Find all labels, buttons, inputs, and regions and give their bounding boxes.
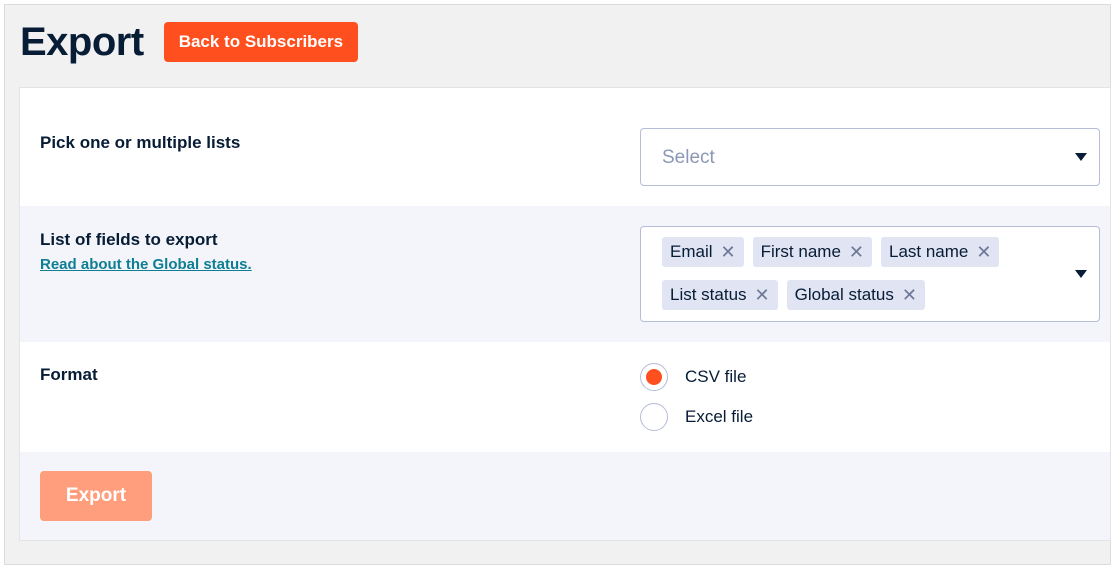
format-option-csv[interactable]: CSV file [640, 363, 746, 391]
global-status-help-link[interactable]: Read about the Global status. [40, 256, 252, 273]
field-tag-label: First name [760, 242, 841, 261]
field-tag-list-status: List status ✕ [662, 280, 778, 310]
fields-row: List of fields to export Read about the … [20, 206, 1110, 342]
fields-tag-list: Email ✕ First name ✕ Last name ✕ List st… [662, 237, 1042, 310]
chevron-down-icon[interactable] [1075, 270, 1087, 278]
field-tag-label: Global status [794, 285, 894, 304]
field-tag-label: Email [670, 242, 713, 261]
csv-radio[interactable] [640, 363, 668, 391]
field-tag-last-name: Last name ✕ [881, 237, 1000, 267]
lists-select-placeholder: Select [662, 147, 715, 168]
page-title: Export [20, 19, 144, 64]
remove-tag-icon[interactable]: ✕ [849, 243, 864, 261]
form-footer: Export [20, 452, 1110, 540]
field-tag-global-status: Global status ✕ [786, 280, 925, 310]
fields-multiselect[interactable]: Email ✕ First name ✕ Last name ✕ List st… [640, 226, 1100, 322]
remove-tag-icon[interactable]: ✕ [976, 243, 991, 261]
remove-tag-icon[interactable]: ✕ [755, 286, 770, 304]
page-header: Export Back to Subscribers [20, 19, 359, 64]
export-button[interactable]: Export [40, 471, 152, 521]
field-tag-label: Last name [889, 242, 969, 261]
format-option-excel[interactable]: Excel file [640, 403, 753, 431]
field-tag-first-name: First name ✕ [752, 237, 872, 267]
lists-label: Pick one or multiple lists [40, 133, 241, 152]
excel-radio-label[interactable]: Excel file [685, 407, 753, 427]
remove-tag-icon[interactable]: ✕ [902, 286, 917, 304]
excel-radio[interactable] [640, 403, 668, 431]
format-row: Format CSV file Excel file [20, 342, 1110, 452]
lists-row: Pick one or multiple lists Select [20, 88, 1110, 206]
page-frame: Export Back to Subscribers Pick one or m… [4, 4, 1111, 565]
format-label: Format [40, 365, 98, 384]
export-form: Pick one or multiple lists Select List o… [19, 87, 1111, 541]
lists-select[interactable]: Select [640, 128, 1100, 186]
back-to-subscribers-button[interactable]: Back to Subscribers [163, 22, 359, 62]
chevron-down-icon[interactable] [1075, 153, 1087, 161]
field-tag-email: Email ✕ [662, 237, 744, 267]
fields-label: List of fields to export [40, 230, 218, 249]
remove-tag-icon[interactable]: ✕ [721, 243, 736, 261]
csv-radio-label[interactable]: CSV file [685, 367, 746, 387]
field-tag-label: List status [670, 285, 747, 304]
